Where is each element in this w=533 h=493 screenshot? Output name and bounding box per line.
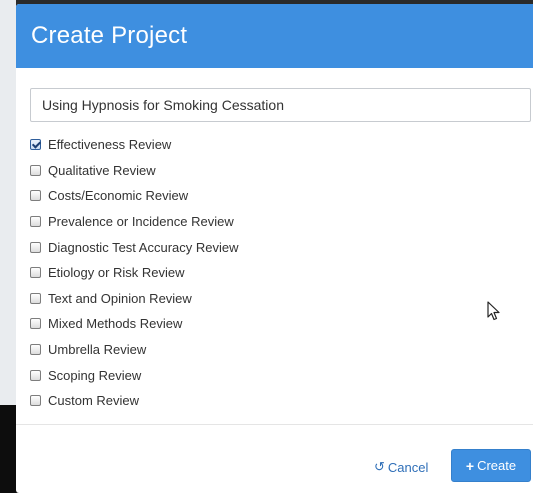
page-backdrop <box>0 0 16 493</box>
review-type-checkbox[interactable] <box>30 267 41 279</box>
review-type-label: Costs/Economic Review <box>48 188 189 204</box>
dialog-title: Create Project <box>31 22 188 49</box>
review-type-label: Mixed Methods Review <box>48 316 183 332</box>
review-type-label: Effectiveness Review <box>48 137 172 153</box>
plus-icon: + <box>465 457 475 474</box>
review-type-checkbox[interactable] <box>30 241 41 253</box>
review-type-checkbox[interactable] <box>30 164 41 176</box>
review-type-label: Etiology or Risk Review <box>48 265 185 281</box>
review-type-item[interactable]: Umbrella Review <box>30 337 533 363</box>
review-type-checkbox[interactable] <box>30 395 41 407</box>
review-type-item[interactable]: Qualitative Review <box>30 158 533 184</box>
review-type-checkbox[interactable] <box>30 292 41 304</box>
review-type-item[interactable]: Effectiveness Review <box>30 132 533 158</box>
dialog-header: Create Project <box>16 4 533 68</box>
review-type-label: Scoping Review <box>48 367 142 383</box>
review-type-checkbox[interactable] <box>30 216 41 228</box>
review-type-label: Custom Review <box>48 393 140 409</box>
review-type-label: Diagnostic Test Accuracy Review <box>48 239 239 255</box>
review-type-item[interactable]: Etiology or Risk Review <box>30 260 533 286</box>
cancel-button[interactable]: ↺ Cancel <box>374 455 428 479</box>
review-type-list: Effectiveness Review Qualitative Review … <box>30 132 533 414</box>
dialog-footer: ↺ Cancel + Create <box>16 424 533 493</box>
review-type-item[interactable]: Prevalence or Incidence Review <box>30 209 533 235</box>
review-type-checkbox[interactable] <box>30 318 41 330</box>
review-type-checkbox[interactable] <box>30 139 41 151</box>
review-type-checkbox[interactable] <box>30 344 41 356</box>
dialog-body: Effectiveness Review Qualitative Review … <box>16 68 533 414</box>
review-type-item[interactable]: Scoping Review <box>30 362 533 388</box>
project-name-input[interactable] <box>30 88 531 122</box>
review-type-checkbox[interactable] <box>30 369 41 381</box>
review-type-item[interactable]: Mixed Methods Review <box>30 311 533 337</box>
review-type-label: Prevalence or Incidence Review <box>48 214 234 230</box>
cancel-button-label: Cancel <box>387 459 429 475</box>
create-project-dialog: Create Project Effectiveness Review Qual… <box>16 4 533 493</box>
review-type-checkbox[interactable] <box>30 190 41 202</box>
create-button[interactable]: + Create <box>451 449 531 482</box>
create-button-label: Create <box>477 458 517 473</box>
review-type-label: Umbrella Review <box>48 342 147 358</box>
review-type-label: Text and Opinion Review <box>48 290 192 306</box>
review-type-item[interactable]: Text and Opinion Review <box>30 286 533 312</box>
review-type-item[interactable]: Costs/Economic Review <box>30 183 533 209</box>
review-type-item[interactable]: Diagnostic Test Accuracy Review <box>30 234 533 260</box>
review-type-item[interactable]: Custom Review <box>30 388 533 414</box>
undo-icon: ↺ <box>374 459 385 474</box>
mouse-pointer-icon <box>487 301 500 321</box>
review-type-label: Qualitative Review <box>48 162 156 178</box>
